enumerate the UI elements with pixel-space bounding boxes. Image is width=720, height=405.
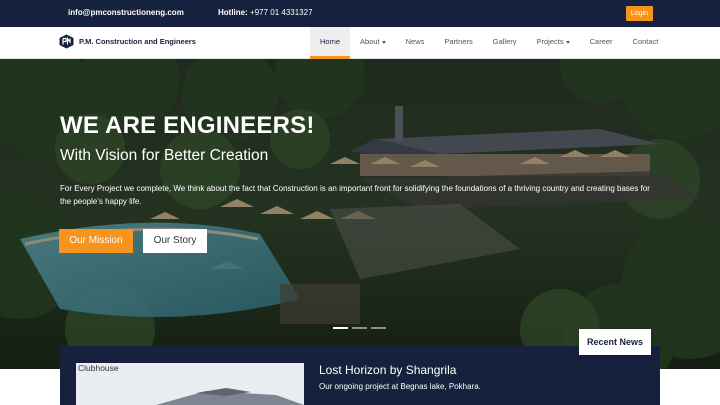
carousel-indicators: [333, 327, 386, 329]
news-description: Our ongoing project at Begnas lake, Pokh…: [319, 382, 481, 391]
nav-projects[interactable]: Projects: [527, 27, 580, 59]
nav-menu: Home About News Partners Gallery Project…: [310, 27, 668, 59]
nav-about-label: About: [360, 37, 380, 46]
nav-gallery[interactable]: Gallery: [483, 27, 527, 59]
hotline-label: Hotline:: [218, 8, 248, 17]
carousel-indicator[interactable]: [333, 327, 348, 329]
hero-subheading: With Vision for Better Creation: [60, 147, 269, 164]
nav-home[interactable]: Home: [310, 27, 351, 59]
nav-news-label: News: [405, 37, 425, 46]
hotline: Hotline: +977 01 4331327: [218, 8, 313, 17]
nav-career-label: Career: [589, 37, 613, 46]
carousel-indicator[interactable]: [371, 327, 386, 329]
contact-email[interactable]: info@pmconstructioneng.com: [68, 8, 184, 17]
nav-partners[interactable]: Partners: [434, 27, 482, 59]
our-mission-button[interactable]: Our Mission: [59, 229, 133, 253]
main-navbar: P.M. Construction and Engineers Home Abo…: [0, 27, 720, 59]
our-story-button[interactable]: Our Story: [143, 229, 207, 253]
nav-projects-label: Projects: [536, 37, 564, 46]
brand-name: P.M. Construction and Engineers: [79, 37, 196, 46]
carousel-indicator[interactable]: [352, 327, 367, 329]
hero-overlay: [0, 59, 720, 369]
hero-carousel: WE ARE ENGINEERS! With Vision for Better…: [0, 59, 720, 369]
company-logo-icon: [59, 34, 74, 49]
nav-contact[interactable]: Contact: [623, 27, 669, 59]
news-image-caption: Clubhouse: [78, 363, 119, 373]
hotline-number[interactable]: +977 01 4331327: [250, 8, 313, 17]
recent-news-tag: Recent News: [579, 329, 651, 355]
nav-career[interactable]: Career: [580, 27, 623, 59]
caret-down-icon: [565, 40, 570, 44]
brand[interactable]: P.M. Construction and Engineers: [59, 34, 196, 49]
nav-partners-label: Partners: [444, 37, 473, 46]
nav-news[interactable]: News: [396, 27, 435, 59]
hero-description: For Every Project we complete, We think …: [60, 184, 650, 206]
caret-down-icon: [381, 40, 386, 44]
top-info-bar: info@pmconstructioneng.com Hotline: +977…: [0, 0, 720, 27]
hero-heading: WE ARE ENGINEERS!: [60, 112, 315, 139]
news-title[interactable]: Lost Horizon by Shangrila: [319, 363, 456, 377]
nav-gallery-label: Gallery: [492, 37, 517, 46]
login-button[interactable]: Login: [626, 6, 653, 21]
nav-home-label: Home: [320, 37, 341, 46]
nav-contact-label: Contact: [632, 37, 659, 46]
news-thumbnail[interactable]: Clubhouse: [76, 363, 304, 405]
nav-about[interactable]: About: [350, 27, 396, 59]
